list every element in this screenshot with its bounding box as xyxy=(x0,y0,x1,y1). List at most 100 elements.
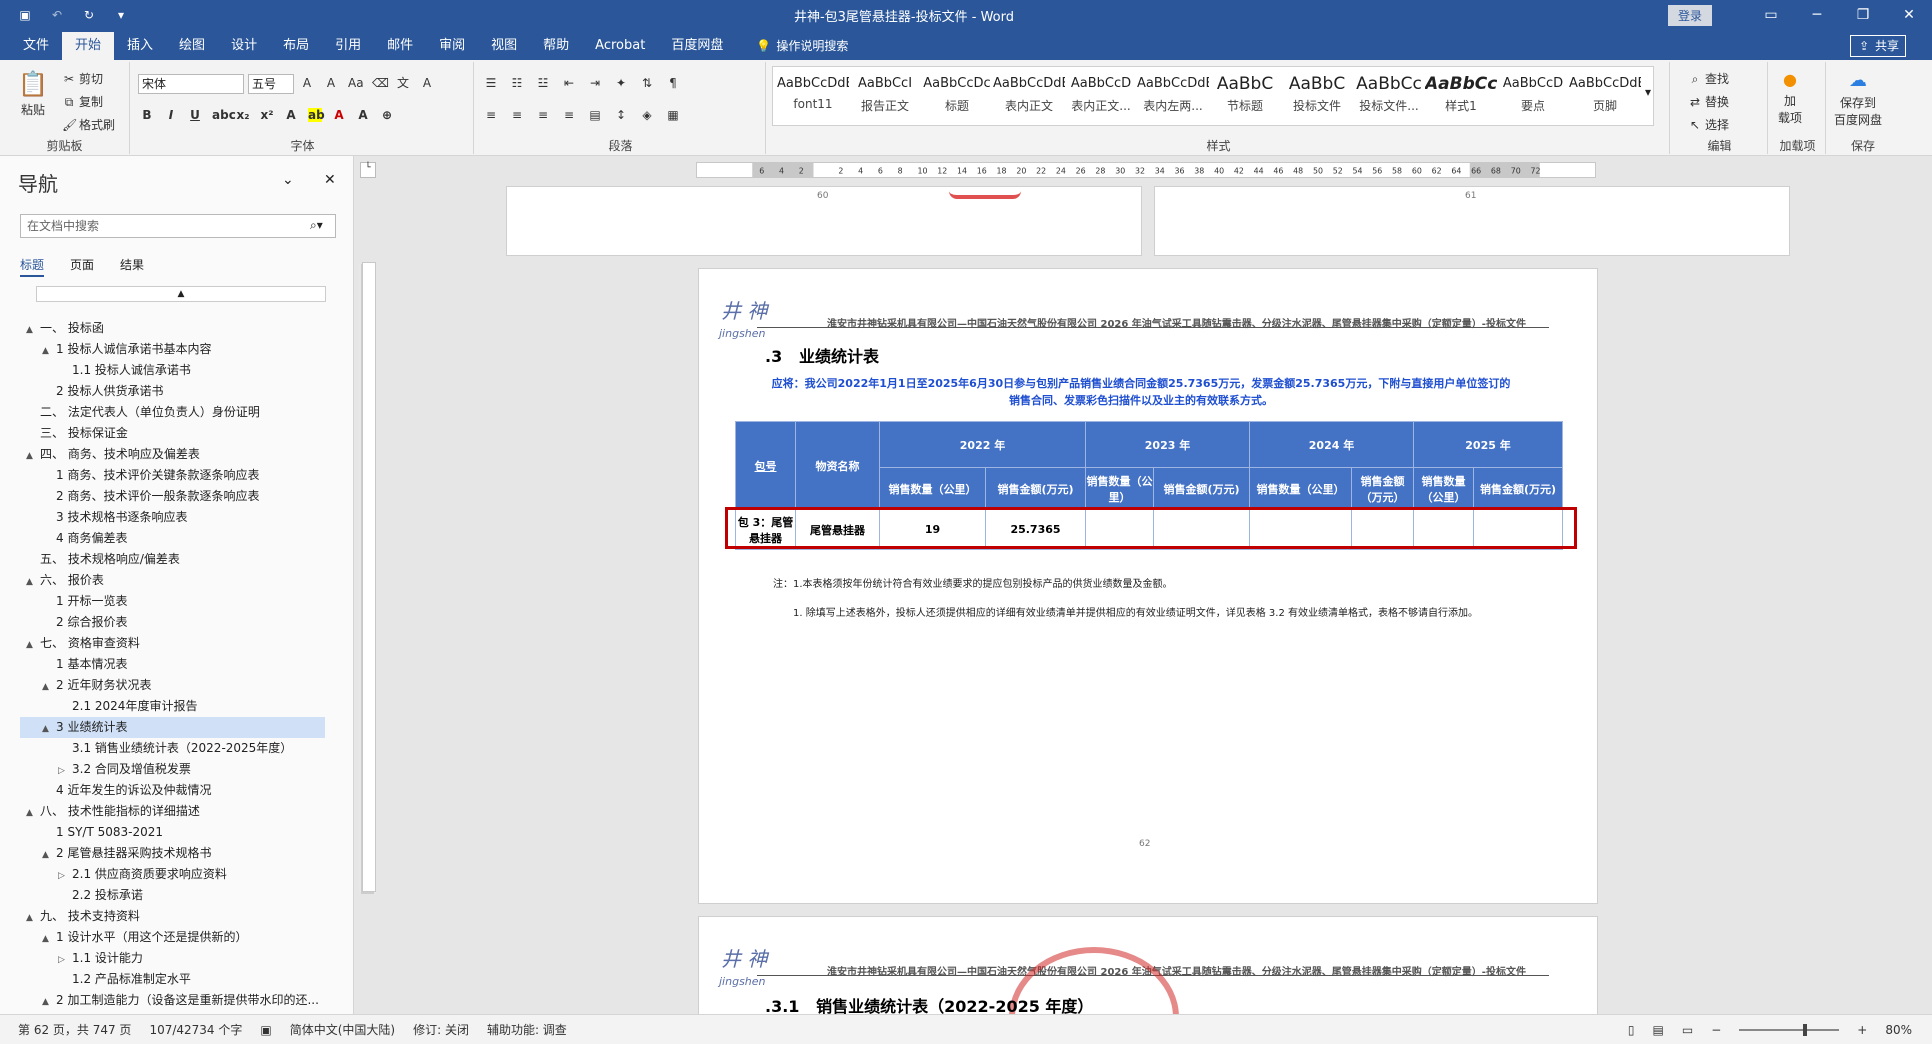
style-item-2[interactable]: AaBbCcDc 标题 xyxy=(921,71,993,114)
change-case-icon[interactable]: Aa xyxy=(348,76,364,90)
document-area[interactable]: 60 61 井 神 jingshen 淮安市井神钻采机具有限公司—中国石油天然气… xyxy=(380,186,1932,1014)
zoom-level[interactable]: 80% xyxy=(1885,1023,1912,1037)
paste-button[interactable]: 📋 粘贴 xyxy=(18,70,48,118)
page-count[interactable]: 第 62 页，共 747 页 xyxy=(18,1021,131,1038)
undo-icon[interactable]: ↶ xyxy=(50,8,64,22)
nav-tab-2[interactable]: 结果 xyxy=(120,256,144,277)
read-mode-icon[interactable]: ▯ xyxy=(1628,1023,1635,1037)
find-button[interactable]: ⌕ 查找 xyxy=(1688,70,1729,87)
expand-toggle-icon[interactable]: ▷ xyxy=(58,866,72,887)
customize-icon[interactable]: ▾ xyxy=(114,8,128,22)
borders-icon[interactable]: ▦ xyxy=(666,108,680,122)
phonetic-icon[interactable]: 文 xyxy=(396,76,410,90)
zoom-slider-thumb[interactable] xyxy=(1803,1023,1808,1036)
select-button[interactable]: ↖ 选择 xyxy=(1688,116,1729,133)
expand-toggle-icon[interactable]: ▲ xyxy=(26,635,40,656)
nav-heading-item[interactable]: 二、 法定代表人（单位负责人）身份证明 xyxy=(20,402,325,423)
horizontal-ruler[interactable]: 6 4 2 2 4 6 8 10 12 14 16 18 20 22 24 26 28 30 32 34 36 38 40 4… xyxy=(696,162,1596,178)
nav-heading-item[interactable]: 3.1 销售业绩统计表（2022-2025年度） xyxy=(20,738,325,759)
expand-toggle-icon[interactable]: ▲ xyxy=(26,803,40,824)
nav-heading-item[interactable]: 1.1 投标人诚信承诺书 xyxy=(20,360,325,381)
distribute-icon[interactable]: ▤ xyxy=(588,108,602,122)
style-item-11[interactable]: AaBbCcDdE 页脚 xyxy=(1569,71,1641,114)
expand-toggle-icon[interactable]: ▲ xyxy=(42,992,56,1013)
style-item-10[interactable]: AaBbCcD 要点 xyxy=(1497,71,1569,114)
vertical-ruler[interactable] xyxy=(362,262,376,892)
expand-toggle-icon[interactable]: ▲ xyxy=(26,320,40,341)
minimize-icon[interactable]: ─ xyxy=(1794,7,1840,23)
nav-heading-item[interactable]: 2 商务、技术评价一般条款逐条响应表 xyxy=(20,486,325,507)
tab-1[interactable]: 开始 xyxy=(62,32,115,60)
proofing-icon[interactable]: ▣ xyxy=(260,1023,271,1037)
nav-heading-item[interactable]: ▲ 1 设计水平（用这个还是提供新的） xyxy=(20,927,325,948)
tab-3[interactable]: 绘图 xyxy=(166,32,218,60)
cut-button[interactable]: ✂ 剪切 xyxy=(62,70,103,87)
enclose-char-icon[interactable]: ⊕ xyxy=(380,108,394,122)
nav-options-icon[interactable]: ⌄ xyxy=(282,172,294,188)
grow-font-icon[interactable]: A xyxy=(300,76,314,90)
redo-icon[interactable]: ↻ xyxy=(82,8,96,22)
nav-heading-item[interactable]: ▲ 八、 技术性能指标的详细描述 xyxy=(20,801,325,822)
tab-selector-icon[interactable]: └ xyxy=(360,162,376,178)
style-item-3[interactable]: AaBbCcDdE 表内正文 xyxy=(993,71,1065,114)
nav-heading-item[interactable]: ▲ 六、 报价表 xyxy=(20,570,325,591)
align-center-icon[interactable]: ≡ xyxy=(510,108,524,122)
tab-0[interactable]: 文件 xyxy=(10,32,62,60)
underline-icon[interactable]: U xyxy=(188,108,202,122)
nav-tab-0[interactable]: 标题 xyxy=(20,256,45,277)
decrease-indent-icon[interactable]: ⇤ xyxy=(562,76,576,90)
expand-toggle-icon[interactable]: ▲ xyxy=(42,845,56,866)
expand-toggle-icon[interactable]: ▲ xyxy=(42,341,56,362)
nav-heading-item[interactable]: ▲ 1 投标人诚信承诺书基本内容 xyxy=(20,339,325,360)
tab-5[interactable]: 布局 xyxy=(270,32,322,60)
superscript-icon[interactable]: x² xyxy=(260,108,274,122)
style-item-7[interactable]: AaBbC 投标文件 xyxy=(1281,71,1353,114)
save-icon[interactable]: ▣ xyxy=(18,8,32,22)
expand-toggle-icon[interactable]: ▲ xyxy=(42,719,56,740)
tab-12[interactable]: 百度网盘 xyxy=(658,32,736,60)
style-item-8[interactable]: AaBbCc 投标文件... xyxy=(1353,71,1425,114)
increase-indent-icon[interactable]: ⇥ xyxy=(588,76,602,90)
italic-icon[interactable]: I xyxy=(164,108,178,122)
style-item-0[interactable]: AaBbCcDdEe font11 xyxy=(777,71,849,111)
align-left-icon[interactable]: ≡ xyxy=(484,108,498,122)
expand-toggle-icon[interactable]: ▲ xyxy=(42,677,56,698)
bold-icon[interactable]: B xyxy=(140,108,154,122)
nav-heading-item[interactable]: ▲ 2 加工制造能力（设备这是重新提供带水印的还... xyxy=(20,990,325,1011)
nav-close-icon[interactable]: ✕ xyxy=(324,172,336,188)
addins-button[interactable]: ● 加 载项 xyxy=(1778,70,1802,126)
align-right-icon[interactable]: ≡ xyxy=(536,108,550,122)
nav-search-input[interactable]: 在文档中搜索 xyxy=(20,214,336,238)
nav-heading-item[interactable]: 2 投标人供货承诺书 xyxy=(20,381,325,402)
ribbon-display-icon[interactable]: ▭ xyxy=(1748,7,1794,23)
nav-heading-item[interactable]: ▲ 九、 技术支持资料 xyxy=(20,906,325,927)
tab-4[interactable]: 设计 xyxy=(218,32,270,60)
line-spacing-icon[interactable]: ↕ xyxy=(614,108,628,122)
subscript-icon[interactable]: x₂ xyxy=(236,108,250,122)
close-icon[interactable]: ✕ xyxy=(1886,7,1932,23)
nav-heading-item[interactable]: 1 基本情况表 xyxy=(20,654,325,675)
char-shading-icon[interactable]: A xyxy=(356,108,370,122)
style-item-4[interactable]: AaBbCcD 表内正文... xyxy=(1065,71,1137,114)
restore-icon[interactable]: ❐ xyxy=(1840,7,1886,23)
font-family-select[interactable]: 宋体 xyxy=(138,74,244,94)
word-count[interactable]: 107/42734 个字 xyxy=(149,1021,242,1038)
char-border-icon[interactable]: A xyxy=(420,76,434,90)
tab-2[interactable]: 插入 xyxy=(114,32,166,60)
accessibility-status[interactable]: 辅助功能: 调查 xyxy=(487,1021,567,1038)
zoom-slider[interactable] xyxy=(1739,1023,1840,1036)
tab-10[interactable]: 帮助 xyxy=(530,32,582,60)
sort-icon[interactable]: ⇅ xyxy=(640,76,654,90)
nav-heading-item[interactable]: ▷ 3.2 合同及增值税发票 xyxy=(20,759,325,780)
style-item-1[interactable]: AaBbCcI 报告正文 xyxy=(849,71,921,114)
nav-heading-item[interactable]: 1 SY/T 5083-2021 xyxy=(20,822,325,843)
nav-heading-item[interactable]: ▲ 七、 资格审查资料 xyxy=(20,633,325,654)
format-painter-button[interactable]: 🖌 格式刷 xyxy=(62,116,115,133)
search-icon[interactable]: ⌕▾ xyxy=(310,218,323,233)
zoom-in-icon[interactable]: + xyxy=(1857,1023,1867,1037)
nav-heading-item[interactable]: 4 商务偏差表 xyxy=(20,528,325,549)
expand-toggle-icon[interactable]: ▷ xyxy=(58,761,72,782)
style-item-9[interactable]: AaBbCc 样式1 xyxy=(1425,71,1497,114)
styles-more-icon[interactable]: ▾ xyxy=(1645,85,1651,99)
highlight-icon[interactable]: ab xyxy=(308,108,325,122)
